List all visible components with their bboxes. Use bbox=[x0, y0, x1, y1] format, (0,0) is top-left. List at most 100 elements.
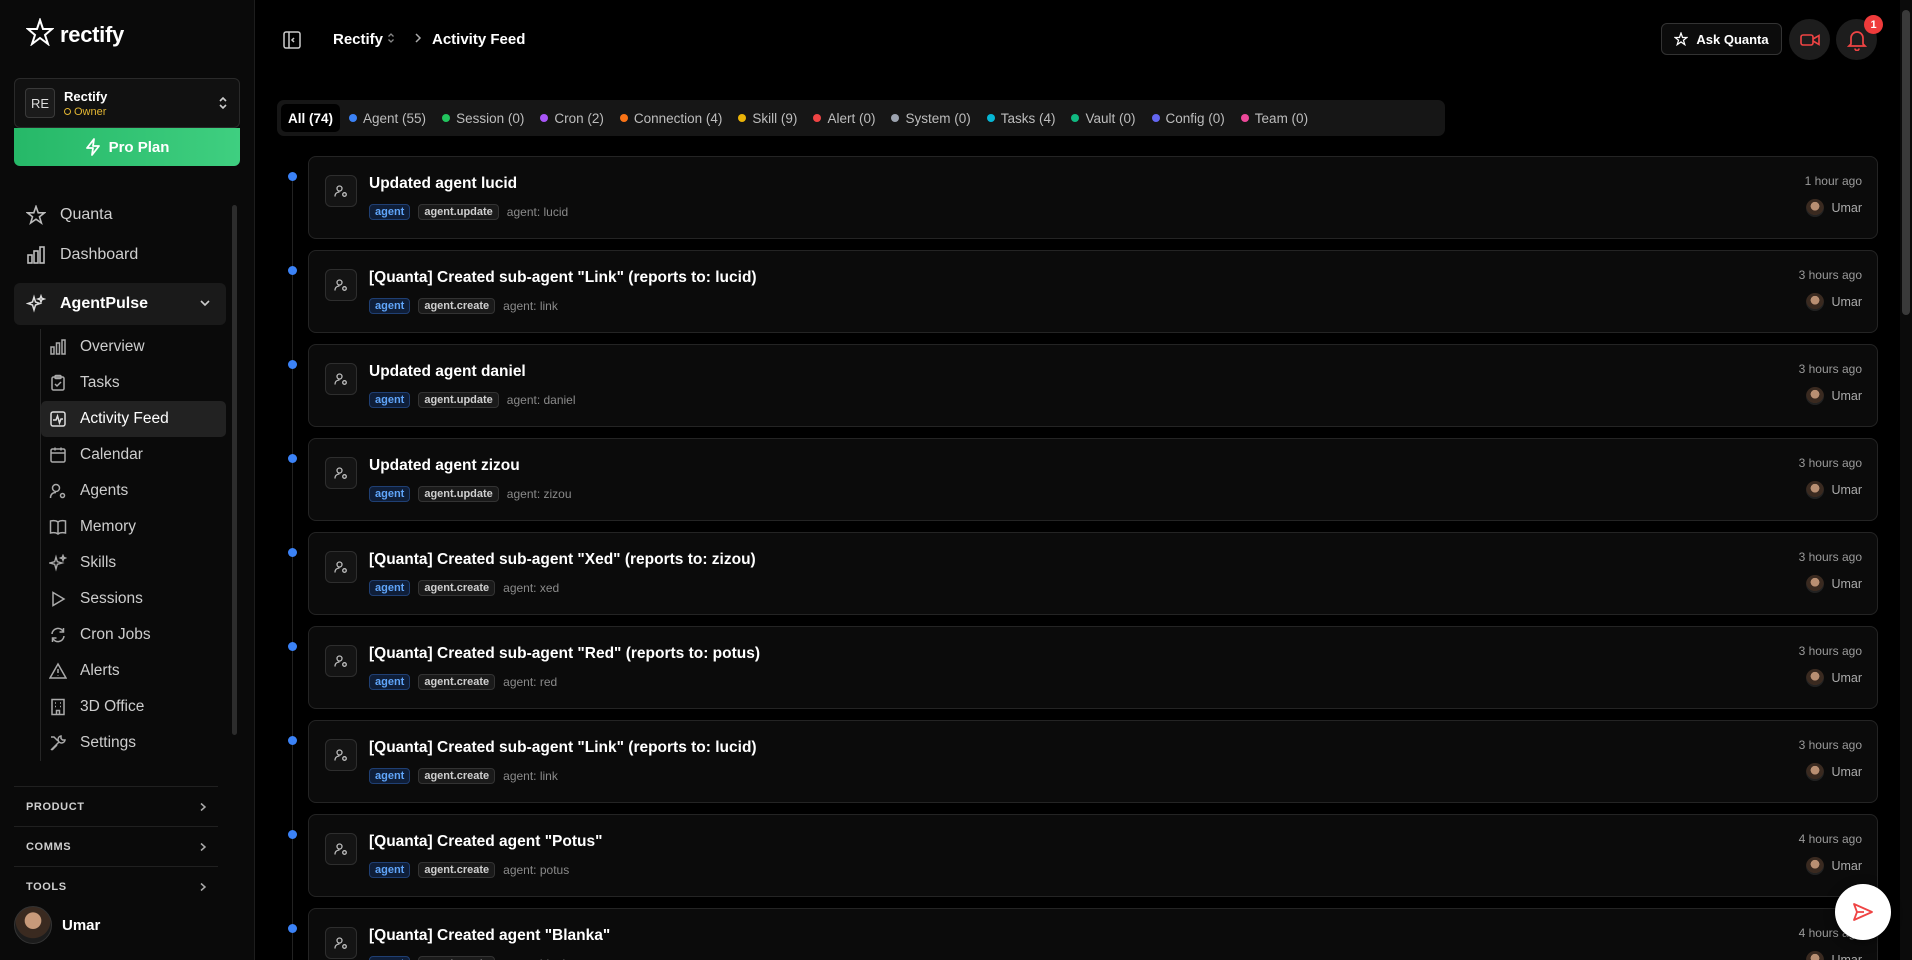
sidebar-item-3d-office[interactable]: 3D Office bbox=[41, 689, 226, 725]
feed-card[interactable]: [Quanta] Created sub-agent "Link" (repor… bbox=[308, 720, 1878, 803]
category-tag: agent bbox=[369, 392, 411, 408]
feed-card[interactable]: Updated agent zizou agent agent.update a… bbox=[308, 438, 1878, 521]
filter-tab[interactable]: Agent (55) bbox=[342, 104, 433, 132]
sidebar-item-activity-feed[interactable]: Activity Feed bbox=[41, 401, 226, 437]
filter-tab[interactable]: Skill (9) bbox=[731, 104, 804, 132]
section-product[interactable]: PRODUCT bbox=[14, 786, 218, 826]
filter-tab[interactable]: Tasks (4) bbox=[980, 104, 1063, 132]
feed-title: [Quanta] Created sub-agent "Xed" (report… bbox=[369, 551, 756, 568]
page-scroll-thumb[interactable] bbox=[1902, 10, 1910, 315]
filter-tab[interactable]: All (74) bbox=[281, 104, 341, 132]
sidebar-item-skills[interactable]: Skills bbox=[41, 545, 226, 581]
main-nav: Quanta Dashboard AgentPulse Overview Tas… bbox=[14, 195, 226, 761]
action-tag: agent.create bbox=[418, 862, 496, 878]
filter-tab[interactable]: Connection (4) bbox=[613, 104, 730, 132]
pro-plan-label: Pro Plan bbox=[108, 138, 170, 156]
feed-user: Umar bbox=[1806, 669, 1862, 687]
breadcrumb-root[interactable]: Rectify bbox=[333, 31, 383, 48]
nav-item-dashboard[interactable]: Dashboard bbox=[14, 235, 226, 275]
sidebar-item-agents[interactable]: Agents bbox=[41, 473, 226, 509]
section-comms[interactable]: COMMS bbox=[14, 826, 218, 866]
chevron-up-down-icon[interactable] bbox=[387, 32, 395, 45]
feed-card[interactable]: [Quanta] Created agent "Blanka" agent ag… bbox=[308, 908, 1878, 960]
sidebar-item-label: Agents bbox=[80, 482, 129, 499]
send-message-button[interactable] bbox=[1835, 884, 1891, 940]
chevron-right-icon bbox=[200, 802, 207, 811]
sidebar-item-overview[interactable]: Overview bbox=[41, 329, 226, 365]
nav-group-agentpulse[interactable]: AgentPulse bbox=[14, 283, 226, 325]
filter-tab[interactable]: Alert (0) bbox=[806, 104, 882, 132]
feed-tags: agent agent.update agent: zizou bbox=[369, 486, 572, 502]
filter-tab[interactable]: Cron (2) bbox=[533, 104, 611, 132]
avatar bbox=[1806, 763, 1825, 781]
feed-card[interactable]: [Quanta] Created agent "Potus" agent age… bbox=[308, 814, 1878, 897]
filter-tab-label: Tasks (4) bbox=[1000, 110, 1056, 126]
workspace-switcher[interactable]: RE Rectify Owner bbox=[14, 78, 240, 128]
feed-card[interactable]: [Quanta] Created sub-agent "Link" (repor… bbox=[308, 250, 1878, 333]
feed-item: [Quanta] Created sub-agent "Link" (repor… bbox=[286, 250, 1878, 344]
sidebar-item-cron-jobs[interactable]: Cron Jobs bbox=[41, 617, 226, 653]
pro-plan-button[interactable]: Pro Plan bbox=[14, 128, 240, 166]
filter-tab[interactable]: Config (0) bbox=[1145, 104, 1232, 132]
section-label: PRODUCT bbox=[26, 800, 85, 813]
feed-card[interactable]: Updated agent daniel agent agent.update … bbox=[308, 344, 1878, 427]
sidebar-item-tasks[interactable]: Tasks bbox=[41, 365, 226, 401]
section-tools[interactable]: TOOLS bbox=[14, 866, 218, 906]
sidebar-item-alerts[interactable]: Alerts bbox=[41, 653, 226, 689]
feed-timestamp: 4 hours ago bbox=[1798, 832, 1862, 846]
feed-user-name: Umar bbox=[1831, 859, 1862, 873]
timeline-dot bbox=[288, 454, 297, 463]
feed-tags: agent agent.update agent: lucid bbox=[369, 204, 568, 220]
notifications-button[interactable]: 1 bbox=[1836, 15, 1883, 60]
feed-card[interactable]: [Quanta] Created sub-agent "Xed" (report… bbox=[308, 532, 1878, 615]
feed-user-name: Umar bbox=[1831, 389, 1862, 403]
record-video-button[interactable] bbox=[1789, 19, 1830, 60]
app-logo[interactable]: rectify bbox=[25, 16, 124, 51]
user-menu[interactable]: Umar bbox=[14, 906, 100, 944]
filter-tab-label: Alert (0) bbox=[827, 110, 876, 126]
sidebar-toggle-icon[interactable] bbox=[282, 30, 302, 50]
chevron-up-down-icon bbox=[217, 94, 229, 112]
filter-color-dot bbox=[738, 114, 747, 122]
filter-tab[interactable]: Session (0) bbox=[435, 104, 531, 132]
feed-title: [Quanta] Created sub-agent "Red" (report… bbox=[369, 645, 761, 662]
avatar bbox=[1806, 575, 1825, 593]
filter-tab[interactable]: Team (0) bbox=[1234, 104, 1315, 132]
sidebar-item-label: Settings bbox=[80, 734, 137, 751]
nav-item-quanta[interactable]: Quanta bbox=[14, 195, 226, 235]
action-tag: agent.update bbox=[418, 486, 499, 502]
feed-timestamp: 3 hours ago bbox=[1798, 550, 1862, 564]
page-scrollbar[interactable] bbox=[1900, 0, 1912, 960]
filter-tab[interactable]: Vault (0) bbox=[1064, 104, 1142, 132]
sidebar-item-settings[interactable]: Settings bbox=[41, 725, 226, 761]
timeline-dot bbox=[288, 548, 297, 557]
feed-user: Umar bbox=[1806, 293, 1862, 311]
feed-tags: agent agent.create agent: xed bbox=[369, 580, 559, 596]
tools-icon bbox=[50, 735, 66, 751]
sidebar-item-memory[interactable]: Memory bbox=[41, 509, 226, 545]
avatar bbox=[1806, 857, 1825, 875]
sidebar-item-sessions[interactable]: Sessions bbox=[41, 581, 226, 617]
sidebar-item-label: Overview bbox=[80, 338, 145, 355]
sidebar-scrollbar[interactable] bbox=[232, 195, 238, 735]
bar-chart-icon bbox=[27, 246, 45, 264]
feed-card[interactable]: [Quanta] Created sub-agent "Red" (report… bbox=[308, 626, 1878, 709]
sidebar-item-label: Cron Jobs bbox=[80, 626, 151, 643]
filter-tab-label: Vault (0) bbox=[1085, 110, 1136, 126]
user-cog-icon bbox=[325, 645, 357, 677]
quanta-icon bbox=[26, 205, 46, 225]
sidebar-scroll-thumb[interactable] bbox=[232, 205, 237, 735]
category-tag: agent bbox=[369, 580, 411, 596]
feed-timestamp: 3 hours ago bbox=[1798, 738, 1862, 752]
activity-feed-list: Updated agent lucid agent agent.update a… bbox=[286, 156, 1878, 960]
timeline-dot bbox=[288, 642, 297, 651]
sidebar-item-calendar[interactable]: Calendar bbox=[41, 437, 226, 473]
feed-card[interactable]: Updated agent lucid agent agent.update a… bbox=[308, 156, 1878, 239]
ask-quanta-button[interactable]: Ask Quanta bbox=[1661, 23, 1782, 55]
activity-icon bbox=[50, 411, 66, 427]
feed-user: Umar bbox=[1806, 575, 1862, 593]
sidebar-item-label: Sessions bbox=[80, 590, 143, 607]
workspace-role: Owner bbox=[64, 106, 217, 118]
video-camera-icon bbox=[1799, 33, 1820, 46]
filter-tab[interactable]: System (0) bbox=[884, 104, 977, 132]
